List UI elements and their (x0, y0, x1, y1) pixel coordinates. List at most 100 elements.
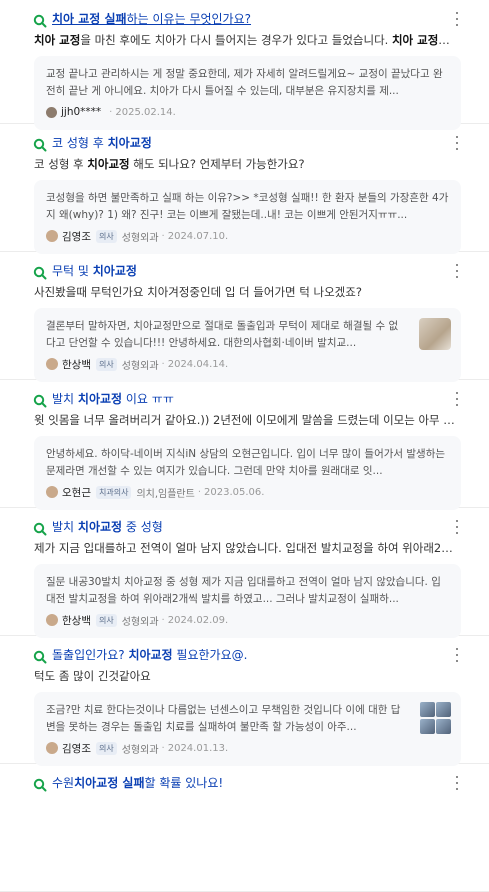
answer-card[interactable]: 질문 내공30발치 치아교정 중 성형 제가 지금 입대를하고 전역이 얼마 남… (34, 564, 461, 638)
role-badge: 의사 (95, 741, 117, 755)
answer-date: 2025.02.14. (115, 106, 176, 118)
answer-date: 2024.04.14. (167, 358, 229, 370)
q-search-icon (33, 521, 47, 536)
question-text: 사진봤을때 무턱인가요 치아겨정중인데 입 더 들어가면 턱 나오겠죠? (34, 284, 459, 300)
answer-card[interactable]: 결론부터 말하자면, 치아교정만으로 절대로 돌출입과 무턱이 제대로 해결될 … (34, 308, 461, 382)
answer-thumbnail-grid[interactable] (420, 702, 451, 734)
qna-result-list: 치아 교정 실패하는 이유는 무엇인가요? 치아 교정을 마친 후에도 치아가 다… (0, 0, 489, 892)
answer-thumbnail[interactable] (419, 318, 451, 350)
title-text: 치아교정 (128, 648, 173, 662)
answer-date: 2024.07.10. (167, 230, 229, 242)
title-text: 수원 (52, 776, 75, 790)
separator-dot: · (161, 742, 165, 754)
q-search-icon (33, 137, 47, 152)
department: 성형외과 (121, 616, 159, 628)
author-name[interactable]: 김영조 (62, 741, 91, 756)
title-text: 하는 이유는 무엇인가요? (126, 12, 252, 26)
separator-dot: · (197, 486, 202, 498)
more-vertical-icon[interactable] (453, 264, 461, 278)
more-vertical-icon[interactable] (453, 648, 461, 662)
q-search-icon (33, 393, 47, 408)
avatar (46, 614, 58, 626)
question-segment: 을 마친 후에도 치아가 다시 틀어지는 경우가 있다고 들었습니다. (80, 33, 392, 47)
answer-text: 코성형을 하면 불만족하고 실패 하는 이유?>> *코성형 실패!! 한 환자… (46, 192, 449, 221)
title-text: 중 성형 (122, 520, 163, 534)
answer-text: 안녕하세요. 하이닥-네이버 지식iN 상담의 오현근입니다. 입이 너무 많이… (46, 448, 446, 477)
qna-result-card: 무턱 및 치아교정사진봤을때 무턱인가요 치아겨정중인데 입 더 들어가면 턱 … (0, 252, 489, 382)
answer-card[interactable]: 조금?만 치료 한다는것이나 다름없는 넌센스이고 무책임한 것입니다 이에 대… (34, 692, 461, 766)
author-name[interactable]: jjh0**** (61, 106, 101, 118)
question-segment: 턱도 좀 많이 긴것같아요 (34, 669, 151, 683)
role-badge: 치과의사 (95, 485, 132, 499)
result-title-link[interactable]: 발치 치아교정 이요 ㅠㅠ (52, 392, 461, 406)
q-search-icon (33, 777, 47, 792)
department: 성형외과 (121, 360, 159, 372)
author-name[interactable]: 한상백 (62, 357, 91, 372)
question-segment: 치아교정 (87, 157, 130, 171)
title-text: 돌출입인가요? (52, 648, 129, 662)
title-text: 발치 (52, 392, 78, 406)
answer-text: 질문 내공30발치 치아교정 중 성형 제가 지금 입대를하고 전역이 얼마 남… (46, 576, 441, 605)
title-text: 치아교정 (107, 136, 152, 150)
answer-meta: 김영조 의사 성형외과 · 2024.07.10. (46, 228, 449, 244)
question-segment: 윗 잇몸을 너무 올려버리거 같아요.)) 2년전에 이모에게 말씀을 드렸는데… (34, 413, 459, 427)
answer-meta: 오현근 치과의사 의치,임플란트 · 2023.05.06. (46, 484, 449, 500)
thumbnail[interactable] (420, 702, 435, 717)
result-title-link[interactable]: 무턱 및 치아교정 (52, 264, 461, 278)
more-vertical-icon[interactable] (453, 12, 461, 26)
result-title-link[interactable]: 치아 교정 실패하는 이유는 무엇인가요? (52, 12, 461, 26)
role-badge: 의사 (95, 613, 117, 627)
answer-card[interactable]: 교정 끝나고 관리하시는 게 정말 중요한데, 제가 자세히 알려드릴게요~ 교… (34, 56, 461, 130)
author-name[interactable]: 한상백 (62, 613, 91, 628)
avatar (46, 742, 58, 754)
qna-result-card: 코 성형 후 치아교정 코 성형 후 치아교정 해도 되나요? 언제부터 가능한가… (0, 124, 489, 254)
title-text: 치아교정 (77, 392, 123, 406)
title-text: 무턱 및 (52, 264, 93, 278)
question-text: 치아 교정을 마친 후에도 치아가 다시 틀어지는 경우가 있다고 들었습니다.… (34, 32, 459, 48)
author-name[interactable]: 오현근 (62, 485, 91, 500)
q-search-icon (33, 649, 47, 664)
question-segment: 사진봤을때 무턱인가요 치아겨정중인데 입 더 들어가면 턱 나오겠죠? (34, 285, 362, 299)
more-vertical-icon[interactable] (453, 392, 461, 406)
more-vertical-icon[interactable] (453, 520, 461, 534)
result-title-link[interactable]: 돌출입인가요? 치아교정 필요한가요@. (52, 648, 461, 662)
question-text: 코 성형 후 치아교정 해도 되나요? 언제부터 가능한가요? (34, 156, 459, 172)
result-title-link[interactable]: 수원치아교정 실패할 확률 있나요! (52, 776, 461, 790)
question-segment: 치아 교정 (391, 33, 439, 47)
thumbnail[interactable] (436, 702, 451, 717)
title-text: 발치 (52, 520, 78, 534)
answer-meta: jjh0**** · 2025.02.14. (46, 104, 449, 120)
answer-meta: 김영조 의사 성형외과 · 2024.01.13. (46, 740, 449, 756)
q-search-icon (33, 13, 47, 28)
avatar (46, 358, 58, 370)
title-text: 치아 교정 실패 (52, 12, 127, 26)
title-text: 코 성형 후 (52, 136, 108, 150)
separator-dot: · (161, 230, 165, 242)
question-segment: 해도 되나요? 언제부터 가능한가요? (129, 157, 305, 171)
avatar (46, 230, 58, 242)
role-badge: 의사 (95, 229, 117, 243)
title-text: 이요 ㅠㅠ (122, 392, 174, 406)
qna-result-card: 발치 치아교정 중 성형제가 지금 입대를하고 전역이 얼마 남지 않았습니다.… (0, 508, 489, 638)
more-vertical-icon[interactable] (453, 136, 461, 150)
more-vertical-icon[interactable] (453, 776, 461, 790)
answer-date: 2024.01.13. (167, 742, 229, 754)
qna-result-card: 돌출입인가요? 치아교정 필요한가요@. 턱도 좀 많이 긴것같아요조금?만 치료… (0, 636, 489, 766)
title-text: 치아교정 실패 (74, 776, 145, 790)
question-segment: 코 성형 후 (34, 157, 88, 171)
question-segment: 제가 지금 입대를하고 전역이 얼마 남지 않았습니다. 입대전 발치교정을 하… (34, 541, 459, 555)
answer-card[interactable]: 안녕하세요. 하이닥-네이버 지식iN 상담의 오현근입니다. 입이 너무 많이… (34, 436, 461, 510)
author-name[interactable]: 김영조 (62, 229, 91, 244)
qna-result-card: 수원치아교정 실패할 확률 있나요! (0, 764, 489, 892)
answer-meta: 한상백 의사 성형외과 · 2024.02.09. (46, 612, 449, 628)
avatar (46, 486, 58, 498)
thumbnail[interactable] (420, 718, 435, 734)
title-text: 치아교정 (92, 264, 137, 278)
result-title-link[interactable]: 발치 치아교정 중 성형 (52, 520, 461, 534)
title-text: 치아교정 (77, 520, 123, 534)
result-title-link[interactable]: 코 성형 후 치아교정 (52, 136, 461, 150)
answer-card[interactable]: 코성형을 하면 불만족하고 실패 하는 이유?>> *코성형 실패!! 한 환자… (34, 180, 461, 254)
separator-dot: · (161, 614, 165, 626)
thumbnail[interactable] (436, 718, 451, 734)
department: 의치,임플란트 (136, 488, 195, 500)
